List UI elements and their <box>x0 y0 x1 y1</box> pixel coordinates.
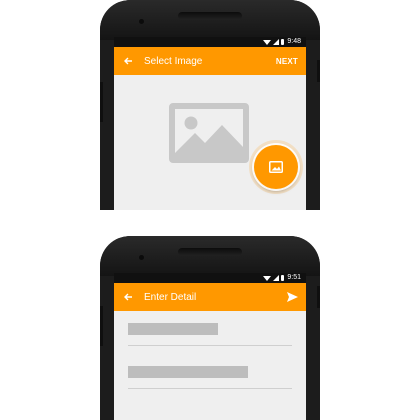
page-title: Select Image <box>144 55 203 67</box>
battery-icon <box>281 39 285 45</box>
back-arrow-icon[interactable] <box>122 55 134 67</box>
volume-button <box>100 82 103 122</box>
field-placeholder <box>128 323 218 335</box>
wifi-icon <box>263 275 272 281</box>
front-camera <box>139 255 144 260</box>
volume-button <box>100 306 103 346</box>
battery-icon <box>281 275 285 281</box>
status-icons <box>263 275 285 281</box>
status-time: 9:51 <box>287 274 301 281</box>
toolbar: Select Image NEXT <box>114 47 306 75</box>
enter-detail-screen: 9:51 Enter Detail <box>114 273 306 420</box>
field-underline <box>128 388 292 389</box>
image-icon <box>269 161 283 173</box>
detail-field[interactable] <box>128 366 306 389</box>
phone-top: 9:48 Select Image NEXT <box>100 0 320 210</box>
phone-bottom: 9:51 Enter Detail <box>100 236 320 420</box>
power-button <box>317 60 320 82</box>
field-placeholder <box>128 366 248 378</box>
toolbar: Enter Detail <box>114 283 306 311</box>
select-image-screen: 9:48 Select Image NEXT <box>114 37 306 210</box>
front-camera <box>139 19 144 24</box>
image-area[interactable] <box>114 75 306 210</box>
status-bar: 9:48 <box>114 37 306 47</box>
signal-icon <box>273 275 280 281</box>
speaker-grille <box>178 248 242 256</box>
send-icon[interactable] <box>286 291 298 303</box>
image-placeholder-icon <box>169 103 249 163</box>
signal-icon <box>273 39 280 45</box>
field-underline <box>128 345 292 346</box>
back-arrow-icon[interactable] <box>122 291 134 303</box>
page-title: Enter Detail <box>144 291 197 303</box>
detail-field[interactable] <box>128 323 306 346</box>
pick-image-fab[interactable] <box>254 145 298 189</box>
status-icons <box>263 39 285 45</box>
wifi-icon <box>263 39 272 45</box>
status-time: 9:48 <box>287 38 301 45</box>
detail-form <box>114 311 306 389</box>
speaker-grille <box>178 12 242 20</box>
status-bar: 9:51 <box>114 273 306 283</box>
next-button[interactable]: NEXT <box>276 57 298 66</box>
power-button <box>317 286 320 308</box>
